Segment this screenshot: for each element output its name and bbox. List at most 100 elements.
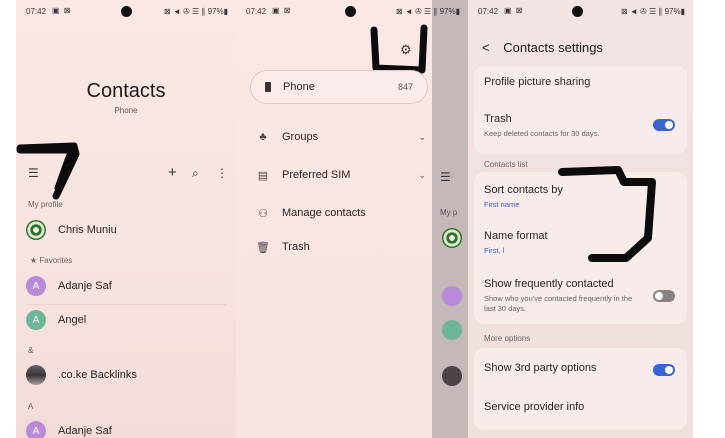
contact-name: Angel [58,314,87,326]
drawer-item-label: Manage contacts [282,207,366,219]
group-header-amp: & [28,346,34,355]
battery-indicator: 97%▮ [664,7,685,16]
back-arrow-icon[interactable]: < [482,40,490,55]
contact-name: Adanje Saf [58,425,112,437]
avatar: A [26,310,46,330]
status-time: 07:42 [246,7,267,16]
setting-title: Service provider info [484,401,585,413]
chevron-down-icon: ⌄ [418,169,426,180]
favorite-row[interactable]: A Angel [26,304,226,335]
add-icon[interactable]: + [168,164,177,181]
avatar: A [26,421,46,438]
drawer-item-label: Trash [282,241,310,253]
status-right-icons: ⊠ ◄ ✇ ☰ ∥ 97%▮ [164,7,228,16]
avatar [442,366,462,386]
profile-avatar [26,220,46,240]
status-right-icons: ⊠ ◄ ✇ ☰ ∥ 97%▮ [621,7,685,16]
contacts-settings-screen: 07:42 ▣ ⊠ ⊠ ◄ ✇ ☰ ∥ 97%▮ < Contacts sett… [468,0,693,438]
phone-icon [265,82,271,92]
more-options-icon[interactable]: ⋮ [216,166,228,180]
search-icon[interactable]: ⌕ [192,166,199,181]
section-header-contacts-list: Contacts list [484,160,528,169]
phone-storage-pill[interactable]: Phone 847 [250,70,428,104]
contact-row[interactable]: .co.ke Backlinks [26,360,226,390]
toggle-knob [665,121,673,129]
avatar: A [26,276,46,296]
page-title: Contacts settings [503,40,603,55]
status-system-icons: ⊠ ◄ ✇ ☰ ∥ [620,7,663,16]
status-system-icons: ⊠ ◄ ✇ ☰ ∥ [395,7,438,16]
menu-icon: ☰ [440,170,451,184]
avatar [26,365,46,385]
page-title: Contacts [86,80,166,102]
phone-label: Phone [283,81,315,93]
settings-card: Show 3rd party options Service provider … [474,348,687,430]
status-notification-icons: ▣ ⊠ [272,6,292,15]
chevron-down-icon: ⌄ [418,131,426,142]
settings-card: Profile picture sharing Trash Keep delet… [474,66,687,154]
camera-cutout [121,6,132,17]
third-party-toggle[interactable] [653,364,675,376]
trash-icon: 🗑 [256,241,270,254]
avatar [442,286,462,306]
camera-cutout [345,6,356,17]
battery-indicator: 97%▮ [207,7,228,16]
toggle-knob [655,292,663,300]
setting-title: Profile picture sharing [484,76,591,88]
scribble-annotation [16,142,80,200]
peek-label: My p [440,208,458,217]
sim-icon: ▤ [257,169,269,182]
status-bar: 07:42 ▣ ⊠ ⊠ ◄ ✇ ☰ ∥ 97%▮ [468,0,693,22]
groups-icon: ♣ [259,131,267,143]
drawer-item-preferred-sim[interactable]: ▤ Preferred SIM ⌄ [254,163,426,187]
frequently-contacted-toggle[interactable] [653,290,675,302]
contact-name: .co.ke Backlinks [58,369,137,381]
setting-title: Show 3rd party options [484,362,597,374]
setting-service-provider-info[interactable]: Service provider info [484,401,677,413]
drawer-item-label: Preferred SIM [282,169,351,181]
setting-title: Trash [484,113,512,125]
my-profile-label: My profile [28,200,63,209]
setting-trash[interactable]: Trash Keep deleted contacts for 30 days. [484,113,647,139]
navigation-drawer-screen: ☰ My p 07:42 ▣ ⊠ ⊠ ◄ ✇ ☰ ∥ 97%▮ ⚙ Phone … [236,0,468,438]
group-header-a: A [28,402,34,411]
favorite-row[interactable]: A Adanje Saf [26,271,226,301]
contact-row[interactable]: A Adanje Saf [26,416,226,438]
status-notification-icons: ▣ ⊠ [504,6,524,15]
status-right-icons: ⊠ ◄ ✇ ☰ ∥ 97%▮ [396,7,460,16]
status-notification-icons: ▣ ⊠ [52,6,72,15]
dimmed-background[interactable]: ☰ My p [432,0,468,438]
camera-cutout [572,6,583,17]
status-bar: 07:42 ▣ ⊠ ⊠ ◄ ✇ ☰ ∥ 97%▮ [16,0,236,22]
drawer-item-manage-contacts[interactable]: ⚇ Manage contacts [254,201,426,225]
toggle-knob [665,366,673,374]
avatar [442,228,462,248]
scribble-annotation [558,166,656,262]
contact-name: Adanje Saf [58,280,112,292]
status-system-icons: ⊠ ◄ ✇ ☰ ∥ [163,7,206,16]
avatar [442,320,462,340]
setting-description: Keep deleted contacts for 30 days. [484,129,600,138]
setting-title: Show frequently contacted [484,278,614,290]
trash-toggle[interactable] [653,119,675,131]
profile-name: Chris Muniu [58,224,117,236]
contacts-list-screen: 07:42 ▣ ⊠ ⊠ ◄ ✇ ☰ ∥ 97%▮ Contacts Phone … [16,0,236,438]
setting-profile-picture-sharing[interactable]: Profile picture sharing [484,76,677,88]
settings-header: < Contacts settings [482,40,603,55]
status-bar: 07:42 ▣ ⊠ ⊠ ◄ ✇ ☰ ∥ 97%▮ [236,0,468,22]
setting-show-frequently-contacted[interactable]: Show frequently contacted Show who you'v… [484,278,645,314]
phone-count: 847 [397,82,413,92]
battery-indicator: 97%▮ [439,7,460,16]
manage-contacts-icon: ⚇ [258,207,268,220]
drawer-item-label: Groups [282,131,319,143]
page-subtitle: Phone [114,106,138,115]
drawer-item-trash[interactable]: 🗑 Trash [254,235,426,259]
setting-description: Show who you've contacted frequently in … [484,294,633,313]
profile-row[interactable]: Chris Muniu [26,215,226,245]
status-time: 07:42 [26,7,47,16]
status-time: 07:42 [478,7,499,16]
drawer-item-groups[interactable]: ♣ Groups ⌄ [254,125,426,149]
favorites-label: ★ Favorites [30,256,73,265]
setting-third-party-options[interactable]: Show 3rd party options [484,362,645,374]
section-header-more-options: More options [484,334,531,343]
